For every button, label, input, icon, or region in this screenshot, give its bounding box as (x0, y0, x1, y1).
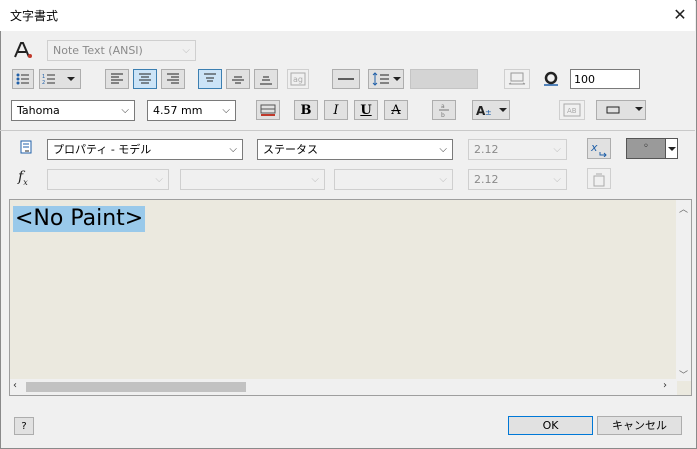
stack-text-button[interactable]: ag (287, 69, 309, 89)
text-color-button[interactable] (256, 100, 280, 120)
svg-text:±: ± (485, 108, 492, 117)
editor-content: <No Paint> (13, 206, 146, 232)
spacing-input[interactable]: 100 (570, 69, 640, 89)
vertical-scrollbar[interactable]: ︿ ﹀ (676, 200, 691, 381)
chevron-down-icon: ⌵ (311, 174, 319, 185)
svg-text:ag: ag (293, 75, 303, 84)
font-value: Tahoma (17, 104, 60, 117)
italic-button[interactable]: I (324, 100, 348, 120)
underline-button[interactable]: U (354, 100, 378, 120)
chevron-down-icon: ⌵ (553, 174, 561, 185)
chevron-down-icon: ⌵ (439, 144, 447, 155)
align-right-button[interactable] (161, 69, 185, 89)
scroll-up-icon[interactable]: ︿ (679, 202, 688, 215)
dropdown-arrow (665, 139, 677, 158)
chevron-down-icon: ⌵ (121, 105, 129, 116)
horizontal-scrollbar[interactable]: ‹ › (10, 379, 677, 395)
svg-text:a: a (441, 103, 445, 110)
font-size-select[interactable]: 4.57 mm ⌵ (147, 100, 236, 121)
property-source-value: プロパティ - モデル (53, 143, 152, 156)
chevron-down-icon: ⌵ (222, 105, 230, 116)
bullet-list-button[interactable] (12, 69, 34, 89)
param-select-1[interactable]: ⌵ (47, 169, 169, 190)
scroll-down-icon[interactable]: ﹀ (679, 368, 688, 381)
text-style-icon (12, 40, 34, 60)
spacing-value: 100 (574, 73, 595, 86)
svg-text:x: x (590, 141, 598, 154)
align-center-button[interactable] (133, 69, 157, 89)
param-precision-value: 2.12 (474, 173, 499, 186)
title-bar: 文字書式 ✕ (0, 0, 695, 31)
scroll-right-icon[interactable]: › (663, 380, 667, 391)
param-select-3[interactable]: ⌵ (334, 169, 453, 190)
param-select-2[interactable]: ⌵ (180, 169, 325, 190)
style-select-value: Note Text (ANSI) (53, 44, 143, 57)
font-size-value: 4.57 mm (153, 104, 203, 117)
chevron-down-icon: ⌵ (439, 174, 447, 185)
style-select[interactable]: Note Text (ANSI) ⌵ (47, 40, 196, 61)
scroll-left-icon[interactable]: ‹ (13, 380, 17, 391)
ok-button[interactable]: OK (508, 416, 593, 435)
param-precision-select[interactable]: 2.12 ⌵ (468, 169, 567, 190)
color-swatch-disabled (410, 69, 478, 89)
valign-bottom-button[interactable] (254, 69, 278, 89)
chevron-down-icon: ⌵ (155, 174, 163, 185)
function-icon: fx (18, 169, 28, 187)
property-select[interactable]: ステータス ⌵ (257, 139, 453, 160)
dot-icon: ◦ (643, 141, 649, 152)
insert-function-button[interactable] (587, 168, 611, 189)
chevron-down-icon: ⌵ (182, 45, 190, 56)
indicator-dropdown[interactable]: ◦ (626, 138, 678, 159)
text-editor[interactable]: <No Paint> ︿ ﹀ ‹ › (9, 199, 692, 396)
property-source-select[interactable]: プロパティ - モデル ⌵ (47, 139, 243, 160)
svg-text:b: b (441, 112, 445, 118)
symbol-button[interactable]: A ± (472, 100, 510, 120)
chevron-down-icon: ⌵ (229, 144, 237, 155)
separator (0, 130, 695, 131)
line-button[interactable] (332, 69, 360, 89)
strikethrough-button[interactable]: A (384, 100, 408, 120)
align-left-button[interactable] (105, 69, 129, 89)
font-select[interactable]: Tahoma ⌵ (11, 100, 135, 121)
window-title: 文字書式 (10, 9, 59, 23)
property-value: ステータス (263, 143, 318, 156)
cancel-button[interactable]: キャンセル (597, 416, 682, 435)
valign-top-button[interactable] (198, 69, 222, 89)
border-style-button[interactable] (596, 100, 646, 120)
spacing-icon (541, 70, 561, 88)
close-icon[interactable]: ✕ (668, 4, 692, 26)
svg-text:2: 2 (42, 80, 45, 85)
chevron-down-icon: ⌵ (553, 144, 561, 155)
property-icon (16, 139, 36, 157)
line-spacing-button[interactable] (368, 69, 404, 89)
scroll-thumb[interactable] (26, 382, 246, 392)
bold-button[interactable]: B (294, 100, 318, 120)
svg-text:AB: AB (567, 107, 577, 115)
insert-parameter-button[interactable]: x (587, 138, 611, 159)
help-button[interactable]: ? (14, 417, 34, 435)
precision-select[interactable]: 2.12 ⌵ (468, 139, 567, 160)
fraction-button[interactable]: ab (432, 100, 456, 120)
char-width-icon[interactable] (504, 69, 530, 89)
precision-value: 2.12 (474, 143, 499, 156)
numbered-list-button[interactable]: 12 (39, 69, 81, 89)
text-frame-icon[interactable]: AB (559, 100, 585, 120)
valign-middle-button[interactable] (226, 69, 250, 89)
